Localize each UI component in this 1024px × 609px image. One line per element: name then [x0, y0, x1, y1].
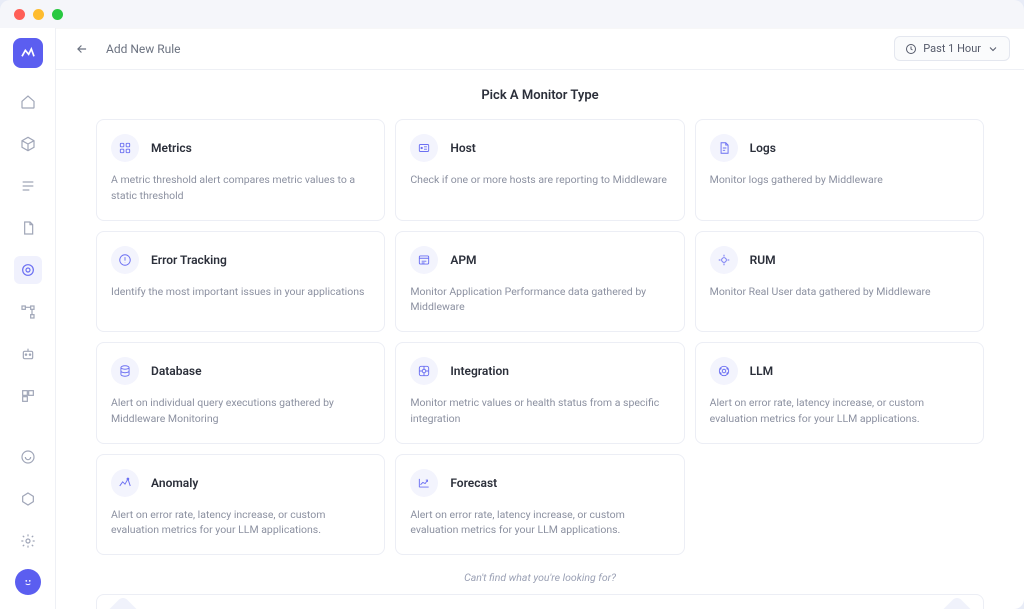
nav-cube-icon[interactable] — [14, 130, 42, 158]
nav-alerts-icon[interactable] — [14, 256, 42, 284]
page-title: Add New Rule — [106, 42, 181, 56]
card-title: LLM — [750, 364, 773, 378]
nav-home-icon[interactable] — [14, 88, 42, 116]
card-title: Error Tracking — [151, 253, 227, 267]
card-description: Monitor Application Performance data gat… — [410, 284, 669, 316]
monitor-card-integration[interactable]: Integration Monitor metric values or heal… — [395, 342, 684, 444]
time-range-selector[interactable]: Past 1 Hour — [894, 36, 1010, 61]
anomaly-icon — [111, 469, 139, 497]
content-area: Pick A Monitor Type Metrics A metric thre… — [56, 70, 1024, 609]
clock-icon — [905, 43, 917, 55]
back-button[interactable] — [70, 37, 94, 61]
monitor-card-logs[interactable]: Logs Monitor logs gathered by Middleware — [695, 119, 984, 221]
chevron-down-icon — [987, 43, 999, 55]
llm-icon — [710, 357, 738, 385]
nav-package-icon[interactable] — [14, 485, 42, 513]
error-icon — [111, 246, 139, 274]
forecast-icon — [410, 469, 438, 497]
card-description: Monitor metric values or health status f… — [410, 395, 669, 427]
card-title: Integration — [450, 364, 509, 378]
topbar: Add New Rule Past 1 Hour — [56, 28, 1024, 70]
monitor-card-llm[interactable]: LLM Alert on error rate, latency increase… — [695, 342, 984, 444]
card-description: Monitor logs gathered by Middleware — [710, 172, 969, 188]
main-area: Add New Rule Past 1 Hour Pick A Monitor … — [56, 28, 1024, 609]
time-range-label: Past 1 Hour — [923, 42, 981, 55]
section-heading: Pick A Monitor Type — [96, 88, 984, 103]
sidebar — [0, 28, 56, 609]
card-description: Alert on error rate, latency increase, o… — [410, 507, 669, 539]
nav-list-icon[interactable] — [14, 172, 42, 200]
window-chrome — [0, 0, 1024, 28]
custom-alert-banner[interactable]: Create Custom Alerts Tailored to Your Ne… — [96, 594, 984, 609]
card-description: Check if one or more hosts are reporting… — [410, 172, 669, 188]
card-description: Identify the most important issues in yo… — [111, 284, 370, 300]
host-icon — [410, 134, 438, 162]
banner-decoration — [98, 596, 149, 609]
card-title: Logs — [750, 141, 776, 155]
rum-icon — [710, 246, 738, 274]
apm-icon — [410, 246, 438, 274]
monitor-type-grid: Metrics A metric threshold alert compares… — [96, 119, 984, 555]
card-title: RUM — [750, 253, 776, 267]
close-window-button[interactable] — [14, 9, 25, 20]
app-frame: Add New Rule Past 1 Hour Pick A Monitor … — [0, 28, 1024, 609]
database-icon — [111, 357, 139, 385]
nav-settings-icon[interactable] — [14, 527, 42, 555]
logs-icon — [710, 134, 738, 162]
maximize-window-button[interactable] — [52, 9, 63, 20]
monitor-card-anomaly[interactable]: Anomaly Alert on error rate, latency incr… — [96, 454, 385, 556]
card-description: Alert on error rate, latency increase, o… — [111, 507, 370, 539]
banner-decoration — [932, 596, 983, 609]
card-title: Database — [151, 364, 202, 378]
monitor-card-host[interactable]: Host Check if one or more hosts are repor… — [395, 119, 684, 221]
minimize-window-button[interactable] — [33, 9, 44, 20]
monitor-card-error[interactable]: Error Tracking Identify the most importan… — [96, 231, 385, 333]
nav-grid-icon[interactable] — [14, 382, 42, 410]
card-description: Monitor Real User data gathered by Middl… — [710, 284, 969, 300]
monitor-card-database[interactable]: Database Alert on individual query execut… — [96, 342, 385, 444]
monitor-card-forecast[interactable]: Forecast Alert on error rate, latency inc… — [395, 454, 684, 556]
nav-robot-icon[interactable] — [14, 340, 42, 368]
monitor-card-rum[interactable]: RUM Monitor Real User data gathered by Mi… — [695, 231, 984, 333]
card-description: Alert on error rate, latency increase, o… — [710, 395, 969, 427]
metrics-icon — [111, 134, 139, 162]
helper-text: Can't find what you're looking for? — [96, 571, 984, 584]
user-avatar[interactable] — [15, 569, 41, 595]
card-title: Metrics — [151, 141, 192, 155]
monitor-card-metrics[interactable]: Metrics A metric threshold alert compares… — [96, 119, 385, 221]
nav-document-icon[interactable] — [14, 214, 42, 242]
card-description: Alert on individual query executions gat… — [111, 395, 370, 427]
nav-support-icon[interactable] — [14, 443, 42, 471]
card-title: Forecast — [450, 476, 497, 490]
app-logo[interactable] — [13, 38, 43, 68]
integration-icon — [410, 357, 438, 385]
card-title: Anomaly — [151, 476, 198, 490]
card-description: A metric threshold alert compares metric… — [111, 172, 370, 204]
monitor-card-apm[interactable]: APM Monitor Application Performance data … — [395, 231, 684, 333]
nav-flow-icon[interactable] — [14, 298, 42, 326]
card-title: Host — [450, 141, 476, 155]
card-title: APM — [450, 253, 476, 267]
